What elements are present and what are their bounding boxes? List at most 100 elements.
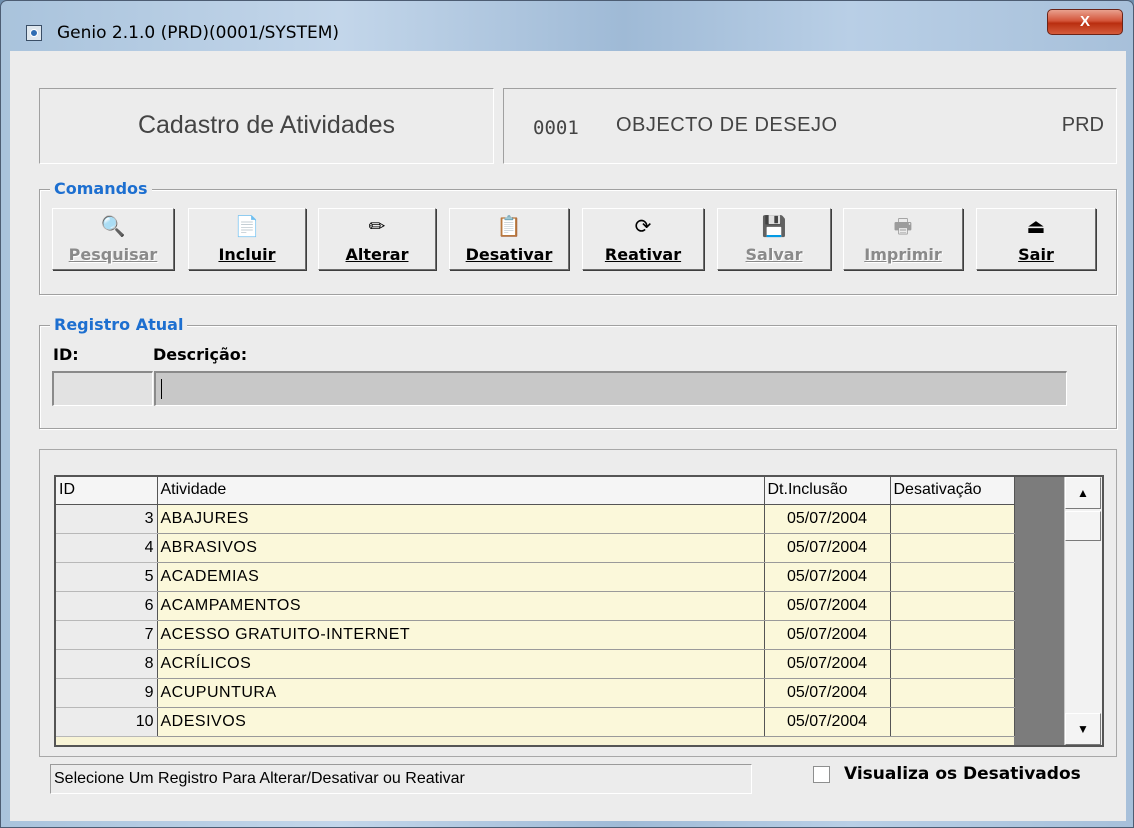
sair-button[interactable]: ⏏ Sair [976, 208, 1096, 270]
cell-dt-inclusao[interactable]: 05/07/2004 [764, 620, 891, 650]
pesquisar-button[interactable]: 🔍 Pesquisar [52, 208, 174, 270]
column-header-id[interactable]: ID [56, 477, 158, 505]
environment-label: PRD [1061, 114, 1104, 136]
cell-desativacao[interactable] [890, 591, 1015, 621]
commands-legend: Comandos [50, 179, 152, 198]
header-title-panel: Cadastro de Atividades [39, 88, 494, 164]
cell-atividade[interactable]: ACRÍLICOS [157, 649, 765, 679]
page-title: Cadastro de Atividades [137, 111, 396, 139]
grid-empty-area [1014, 477, 1064, 745]
id-label: ID: [53, 345, 79, 364]
delete-document-icon: 📋 [496, 216, 522, 238]
grid-panel: ID Atividade Dt.Inclusão Desativação 3 AB… [39, 449, 1117, 757]
cell-dt-inclusao[interactable]: 05/07/2004 [764, 591, 891, 621]
company-name: OBJECTO DE DESEJO [616, 114, 838, 136]
desativar-button-label: Desativar [465, 245, 553, 264]
activities-table[interactable]: ID Atividade Dt.Inclusão Desativação 3 AB… [56, 477, 1015, 737]
cell-desativacao[interactable] [890, 533, 1015, 563]
salvar-button-label: Salvar [745, 245, 803, 264]
exit-icon: ⏏ [1026, 216, 1046, 238]
printer-icon: 🖶 [893, 216, 913, 238]
header-info-panel: 0001 OBJECTO DE DESEJO PRD [503, 88, 1117, 164]
column-header-dt-inclusao[interactable]: Dt.Inclusão [764, 477, 891, 505]
id-field[interactable] [52, 371, 153, 406]
cell-dt-inclusao[interactable]: 05/07/2004 [764, 649, 891, 679]
sair-button-label: Sair [1018, 245, 1054, 264]
imprimir-button-label: Imprimir [864, 245, 942, 264]
scroll-thumb[interactable] [1065, 511, 1101, 541]
scroll-down-icon[interactable]: ▼ [1065, 713, 1101, 745]
table-row[interactable]: 6 ACAMPAMENTOS 05/07/2004 [56, 591, 1015, 621]
current-record-legend: Registro Atual [50, 315, 188, 334]
alterar-button[interactable]: ✏ Alterar [318, 208, 436, 270]
incluir-button[interactable]: 📄 Incluir [188, 208, 306, 270]
cell-desativacao[interactable] [890, 649, 1015, 679]
cell-id[interactable]: 3 [56, 504, 158, 534]
pencil-icon: ✏ [368, 216, 386, 238]
refresh-icon: ⟳ [634, 216, 652, 238]
app-icon[interactable] [26, 25, 42, 41]
table-row[interactable]: 8 ACRÍLICOS 05/07/2004 [56, 649, 1015, 679]
pesquisar-button-label: Pesquisar [68, 245, 158, 264]
table-row[interactable]: 7 ACESSO GRATUITO-INTERNET 05/07/2004 [56, 620, 1015, 650]
cell-desativacao[interactable] [890, 707, 1015, 737]
cell-id[interactable]: 10 [56, 707, 158, 737]
commands-group: Comandos 🔍 Pesquisar 📄 Incluir ✏ Alterar 📋 Desa… [39, 179, 1117, 295]
cell-id[interactable]: 9 [56, 678, 158, 708]
incluir-button-label: Incluir [218, 245, 276, 264]
cell-atividade[interactable]: ABRASIVOS [157, 533, 765, 563]
status-bar: Selecione Um Registro Para Alterar/Desat… [50, 764, 752, 794]
alterar-button-label: Alterar [345, 245, 409, 264]
cell-desativacao[interactable] [890, 620, 1015, 650]
activities-grid[interactable]: ID Atividade Dt.Inclusão Desativação 3 AB… [54, 475, 1104, 747]
cell-id[interactable]: 6 [56, 591, 158, 621]
cell-atividade[interactable]: ABAJURES [157, 504, 765, 534]
table-row[interactable]: 4 ABRASIVOS 05/07/2004 [56, 533, 1015, 563]
cell-dt-inclusao[interactable]: 05/07/2004 [764, 707, 891, 737]
table-row[interactable]: 9 ACUPUNTURA 05/07/2004 [56, 678, 1015, 708]
description-label: Descrição: [153, 345, 248, 364]
cell-dt-inclusao[interactable]: 05/07/2004 [764, 678, 891, 708]
client-area: Cadastro de Atividades 0001 OBJECTO DE D… [10, 51, 1126, 821]
reativar-button-label: Reativar [604, 245, 682, 264]
cell-desativacao[interactable] [890, 562, 1015, 592]
show-deactivated-checkbox[interactable] [813, 766, 830, 783]
column-header-atividade[interactable]: Atividade [157, 477, 765, 505]
cell-desativacao[interactable] [890, 504, 1015, 534]
cell-atividade[interactable]: ACESSO GRATUITO-INTERNET [157, 620, 765, 650]
window-title: Genio 2.1.0 (PRD)(0001/SYSTEM) [57, 23, 340, 43]
column-header-desativacao[interactable]: Desativação [890, 477, 1015, 505]
title-bar[interactable]: Genio 2.1.0 (PRD)(0001/SYSTEM) X [1, 1, 1133, 51]
description-field[interactable] [154, 371, 1067, 406]
close-button[interactable]: X [1047, 9, 1123, 35]
cell-id[interactable]: 8 [56, 649, 158, 679]
imprimir-button[interactable]: 🖶 Imprimir [843, 208, 963, 270]
cell-desativacao[interactable] [890, 678, 1015, 708]
cell-dt-inclusao[interactable]: 05/07/2004 [764, 504, 891, 534]
table-row[interactable]: 3 ABAJURES 05/07/2004 [56, 504, 1015, 534]
app-window: Genio 2.1.0 (PRD)(0001/SYSTEM) X Cadastr… [0, 0, 1134, 828]
cell-dt-inclusao[interactable]: 05/07/2004 [764, 533, 891, 563]
cell-id[interactable]: 4 [56, 533, 158, 563]
company-code: 0001 [533, 117, 579, 139]
new-document-icon: 📄 [234, 216, 260, 238]
vertical-scrollbar[interactable]: ▲ ▼ [1064, 477, 1102, 745]
cell-dt-inclusao[interactable]: 05/07/2004 [764, 562, 891, 592]
cell-atividade[interactable]: ADESIVOS [157, 707, 765, 737]
table-row[interactable]: 5 ACADEMIAS 05/07/2004 [56, 562, 1015, 592]
scroll-up-icon[interactable]: ▲ [1065, 477, 1101, 509]
current-record-group: Registro Atual ID: Descrição: [39, 315, 1117, 429]
cell-id[interactable]: 5 [56, 562, 158, 592]
reativar-button[interactable]: ⟳ Reativar [582, 208, 704, 270]
binoculars-icon: 🔍 [100, 216, 126, 238]
cell-atividade[interactable]: ACADEMIAS [157, 562, 765, 592]
salvar-button[interactable]: 💾 Salvar [717, 208, 831, 270]
cell-atividade[interactable]: ACUPUNTURA [157, 678, 765, 708]
cell-id[interactable]: 7 [56, 620, 158, 650]
text-caret [161, 379, 162, 399]
table-row[interactable]: 10 ADESIVOS 05/07/2004 [56, 707, 1015, 737]
cell-atividade[interactable]: ACAMPAMENTOS [157, 591, 765, 621]
save-icon: 💾 [761, 216, 787, 238]
show-deactivated-label[interactable]: Visualiza os Desativados [844, 764, 1081, 784]
desativar-button[interactable]: 📋 Desativar [449, 208, 569, 270]
